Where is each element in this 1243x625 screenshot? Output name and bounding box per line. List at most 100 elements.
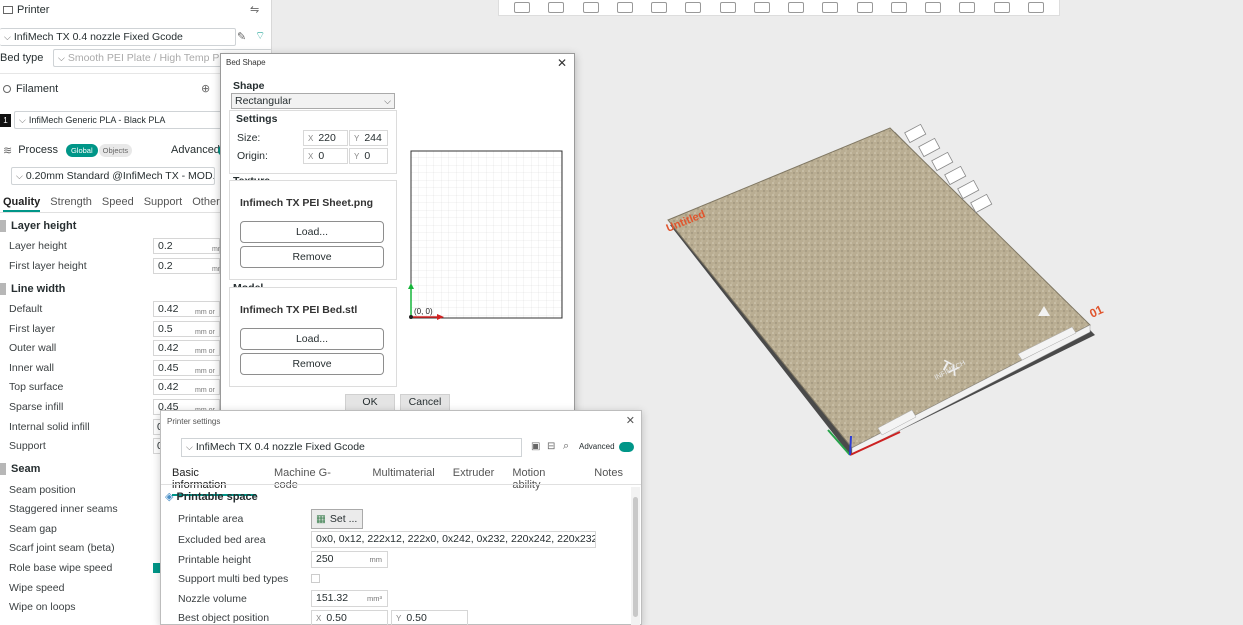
row-label-first-layer: First layer [9, 323, 56, 335]
arrange-plate-icon[interactable] [944, 165, 967, 186]
wifi-icon[interactable]: ⌔ [255, 29, 265, 43]
printable-space-header: ◈ Printable space [165, 490, 258, 503]
scale-icon[interactable] [822, 2, 839, 13]
best-position-y-field[interactable]: Y 0.50 [391, 610, 468, 625]
arrange-grid-icon[interactable] [548, 2, 565, 13]
close-icon[interactable]: ✕ [557, 56, 567, 70]
inner-wall-width-field[interactable]: 0.45mm or % [153, 360, 220, 389]
move-icon[interactable] [753, 2, 770, 13]
shape-select[interactable]: Rectangular ⌵ [231, 93, 395, 109]
close-icon[interactable]: ✕ [626, 414, 635, 427]
preset-value: InfiMech TX 0.4 nozzle Fixed Gcode [195, 441, 365, 453]
add-filament-icon[interactable]: ⊕ [201, 82, 210, 95]
bed-preview-grid: (0, 0) [408, 150, 563, 320]
row-label-seam-position: Seam position [9, 484, 76, 496]
row-label-outer-wall: Outer wall [9, 342, 57, 354]
excluded-bed-area-field[interactable]: 0x0, 0x12, 222x12, 222x0, 0x242, 0x232, … [311, 531, 596, 548]
row-label-first-layer-height: First layer height [9, 260, 87, 272]
model-load-button[interactable]: Load... [240, 328, 384, 350]
printer-preset-value: InfiMech TX 0.4 nozzle Fixed Gcode [13, 31, 183, 43]
printer-preset-select[interactable]: ⌵ InfiMech TX 0.4 nozzle Fixed Gcode [181, 438, 522, 457]
objects-toggle[interactable]: Objects [98, 143, 133, 157]
best-position-x-field[interactable]: X 0.50 [311, 610, 388, 625]
cancel-button[interactable]: Cancel [400, 394, 450, 411]
divider [161, 484, 641, 485]
texture-remove-button[interactable]: Remove [240, 246, 384, 268]
set-printable-area-button[interactable]: ▦ Set ... [311, 509, 363, 529]
tab-motion-ability[interactable]: Motion ability [512, 467, 576, 496]
tab-speed[interactable]: Speed [102, 196, 134, 212]
filament-color-swatch[interactable]: 1 [0, 114, 11, 127]
tab-strength[interactable]: Strength [50, 196, 92, 212]
orient-icon[interactable] [582, 2, 599, 13]
excluded-bed-area-label: Excluded bed area [178, 534, 266, 546]
bed-shape-dialog: Bed Shape ✕ Shape Rectangular ⌵ Settings… [220, 53, 575, 418]
bed-type-label: Bed type [0, 52, 44, 64]
first-layer-height-field[interactable]: 0.2 mm [153, 258, 224, 274]
size-x-field[interactable]: X 220 [303, 130, 348, 146]
z-axis-indicator [849, 435, 852, 456]
outer-wall-width-field[interactable]: 0.42mm or % [153, 340, 220, 369]
advanced-label: Advanced [579, 442, 615, 451]
save-icon[interactable]: ▣ [531, 441, 540, 452]
group-title: Layer height [11, 220, 77, 232]
best-object-position-label: Best object position [178, 612, 270, 624]
printer-preset-select[interactable]: ⌵ InfiMech TX 0.4 nozzle Fixed Gcode [0, 28, 236, 46]
objects-icon[interactable] [651, 2, 668, 13]
chevron-down-icon: ⌵ [58, 52, 65, 63]
tab-extruder[interactable]: Extruder [453, 467, 495, 496]
row-label-staggered-inner-seams: Staggered inner seams [9, 503, 118, 515]
origin-x-field[interactable]: X0 [303, 148, 348, 164]
search-icon[interactable]: ⌕ [563, 440, 569, 453]
tab-support[interactable]: Support [144, 196, 183, 212]
lock-plate-icon[interactable] [957, 179, 980, 200]
tab-notes[interactable]: Notes [594, 467, 623, 496]
edit-plate-icon[interactable] [970, 193, 993, 214]
support-paint-icon[interactable] [890, 2, 907, 13]
compare-icon[interactable]: ⊟ [547, 441, 555, 452]
tab-machine-gcode[interactable]: Machine G-code [274, 467, 354, 496]
first-layer-width-field[interactable]: 0.5mm or % [153, 321, 220, 350]
plate-settings-icon[interactable] [918, 137, 941, 158]
settings-sliders-icon[interactable]: ⇋ [250, 3, 259, 16]
vertical-scrollbar[interactable] [631, 487, 640, 625]
multi-bed-types-checkbox[interactable] [311, 574, 320, 583]
layers-icon[interactable] [719, 2, 736, 13]
model-remove-button[interactable]: Remove [240, 353, 384, 375]
text-icon[interactable] [959, 2, 976, 13]
nozzle-volume-field[interactable]: 151.32 mm³ [311, 590, 388, 607]
rotate-icon[interactable] [788, 2, 805, 13]
printable-height-label: Printable height [178, 554, 251, 566]
default-width-field[interactable]: 0.42mm or % [153, 301, 220, 330]
measure-icon[interactable] [993, 2, 1010, 13]
texture-load-button[interactable]: Load... [240, 221, 384, 243]
orient-plate-icon[interactable] [931, 151, 954, 172]
size-y-field[interactable]: Y 244 [349, 130, 388, 146]
printable-height-field[interactable]: 250 mm [311, 551, 388, 568]
tab-quality[interactable]: Quality [3, 196, 41, 212]
process-preset-select[interactable]: ⌵ 0.20mm Standard @InfiMech TX - MOD... [11, 167, 215, 185]
layer-height-field[interactable]: 0.2 mm [153, 238, 224, 254]
ok-button[interactable]: OK [345, 394, 395, 411]
field-value: 0.42 [158, 381, 179, 393]
cut-icon[interactable] [856, 2, 873, 13]
field-value: 0.42 [158, 303, 179, 315]
advanced-toggle[interactable] [619, 442, 634, 452]
build-plate-3d-view[interactable]: Untitled 01 TX INFIMECH [640, 110, 1120, 470]
assembly-icon[interactable] [1027, 2, 1044, 13]
row-label-scarf-joint-seam: Scarf joint seam (beta) [9, 542, 115, 554]
dialog-title: Bed Shape [226, 58, 266, 67]
scrollbar-thumb[interactable] [633, 497, 638, 617]
origin-y-field[interactable]: Y0 [349, 148, 388, 164]
row-label-seam-gap: Seam gap [9, 523, 57, 535]
split-icon[interactable] [685, 2, 702, 13]
edit-icon[interactable]: ✎ [237, 30, 246, 43]
seam-paint-icon[interactable] [925, 2, 942, 13]
tab-multimaterial[interactable]: Multimaterial [372, 467, 434, 496]
add-plate-icon[interactable] [514, 2, 531, 13]
auto-orient-icon[interactable] [616, 2, 633, 13]
close-plate-icon[interactable] [904, 123, 927, 144]
row-label-default: Default [9, 303, 43, 315]
global-toggle[interactable]: Global [65, 143, 98, 157]
top-surface-width-field[interactable]: 0.42mm or % [153, 379, 220, 408]
